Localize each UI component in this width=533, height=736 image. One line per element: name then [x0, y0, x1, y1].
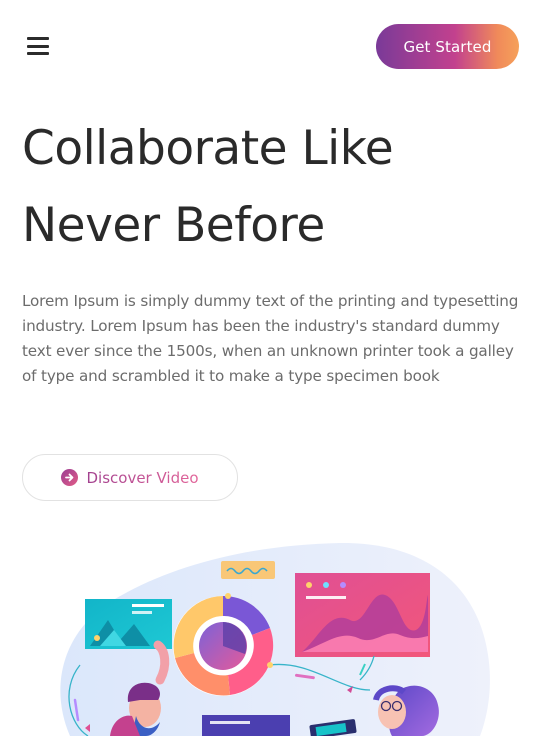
team-collaboration-illustration	[60, 542, 490, 736]
hamburger-menu-icon[interactable]	[27, 37, 49, 55]
laptop	[202, 715, 290, 736]
get-started-button[interactable]: Get Started	[376, 24, 519, 69]
menu-bar	[27, 37, 49, 40]
menu-bar	[27, 52, 49, 55]
site-header: Get Started	[0, 0, 533, 94]
arrow-right-glyph	[65, 473, 74, 482]
donut-chart	[173, 595, 274, 696]
hero-title: Collaborate Like Never Before	[22, 121, 394, 253]
wave-card	[221, 561, 275, 579]
hero-description: Lorem Ipsum is simply dummy text of the …	[22, 292, 519, 385]
analytics-panel	[295, 573, 430, 657]
discover-video-label: Discover Video	[86, 468, 199, 487]
discover-video-button[interactable]: Discover Video	[22, 454, 238, 501]
menu-bar	[27, 44, 49, 48]
play-arrow-icon	[61, 469, 79, 486]
